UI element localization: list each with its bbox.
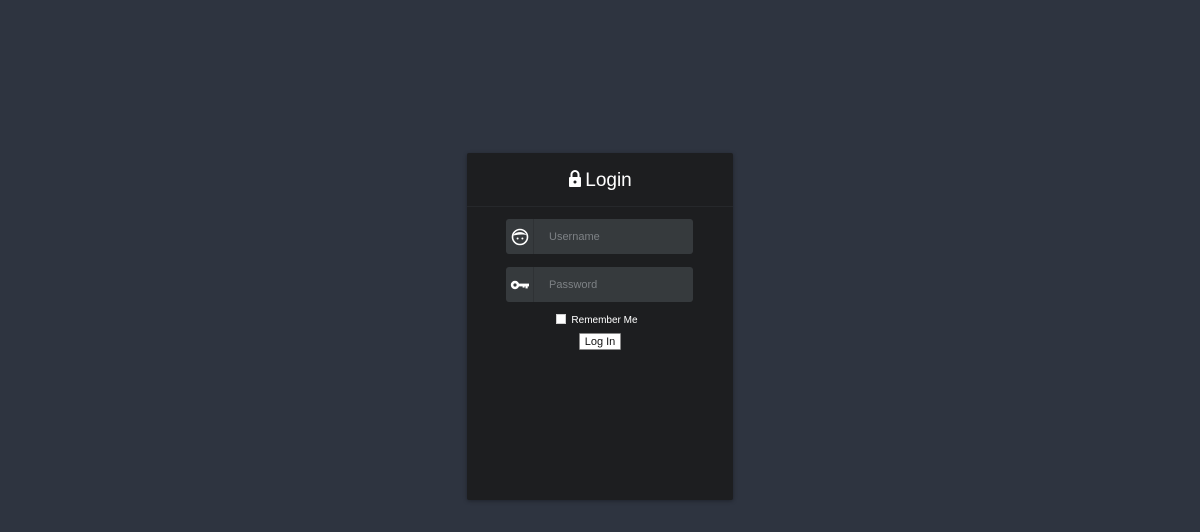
remember-me-row: Remember Me	[467, 312, 733, 326]
login-title: Login	[585, 169, 632, 191]
remember-me-label[interactable]: Remember Me	[571, 315, 637, 326]
lock-icon	[568, 169, 582, 187]
login-card: Login Remember Me Log In	[467, 153, 733, 500]
login-header: Login	[467, 153, 733, 207]
username-input[interactable]	[534, 219, 693, 254]
remember-me-checkbox[interactable]	[556, 314, 567, 324]
password-field	[506, 267, 693, 302]
key-icon	[506, 267, 534, 302]
user-face-icon	[506, 219, 534, 254]
username-field	[506, 219, 693, 254]
login-button[interactable]: Log In	[579, 333, 621, 350]
password-input[interactable]	[534, 267, 693, 302]
